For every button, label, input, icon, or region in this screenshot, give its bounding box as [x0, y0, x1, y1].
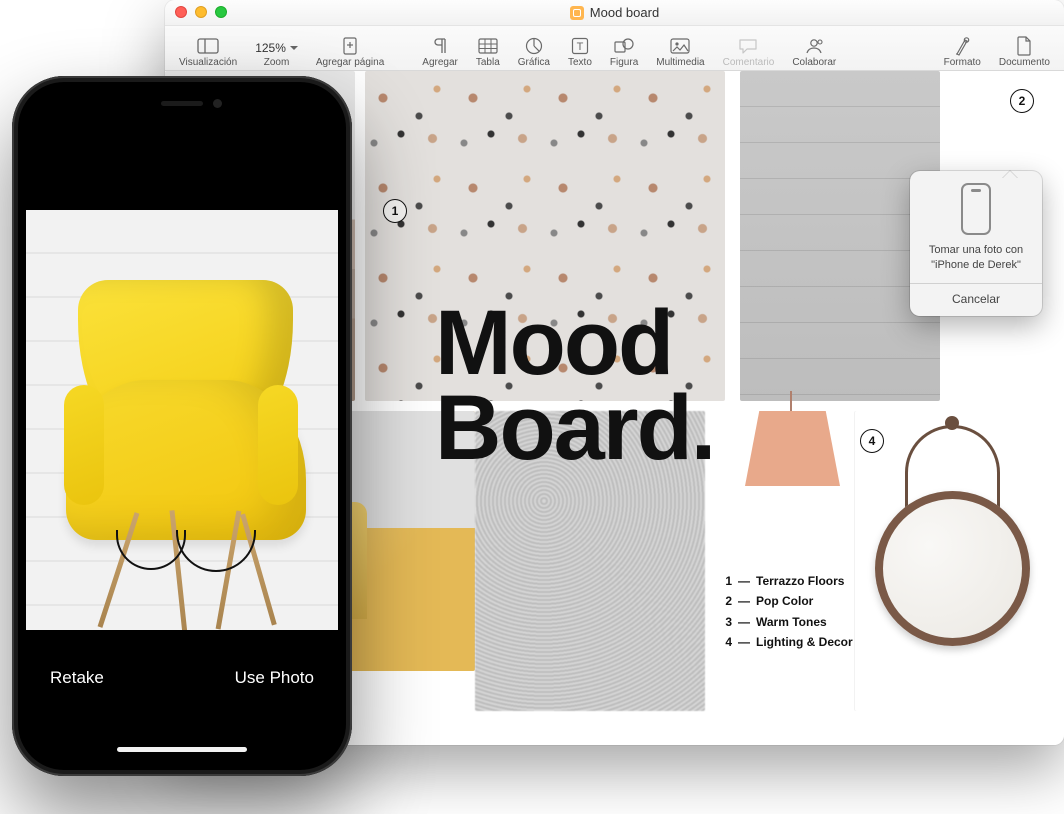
close-button[interactable] [175, 6, 187, 18]
toolbar-view-button[interactable]: Visualización [171, 37, 245, 68]
popover-cancel-button[interactable]: Cancelar [920, 284, 1032, 308]
window-title: Mood board [570, 5, 659, 20]
toolbar-zoom-label: Zoom [264, 57, 290, 68]
toolbar-view-label: Visualización [179, 57, 237, 68]
toolbar-insert-button[interactable]: Agregar [414, 37, 466, 68]
iphone-notch [102, 90, 262, 118]
continuity-camera-popover: Tomar una foto con "iPhone de Derek" Can… [910, 171, 1042, 316]
shape-icon [613, 37, 635, 55]
retake-button[interactable]: Retake [50, 668, 104, 688]
toolbar-comment-button: Comentario [715, 37, 783, 68]
legend-row: 4 — Lighting & Decor [720, 632, 853, 652]
iphone-screen: Retake Use Photo [26, 90, 338, 762]
toolbar-table-label: Tabla [476, 57, 500, 68]
window-controls [175, 6, 227, 18]
comment-icon [737, 37, 759, 55]
pin-4[interactable]: 4 [860, 429, 884, 453]
toolbar-comment-label: Comentario [723, 57, 775, 68]
zoom-value: 125% [255, 41, 298, 55]
pin-1[interactable]: 1 [383, 199, 407, 223]
legend-label: Lighting & Decor [756, 632, 853, 652]
toolbar-collaborate-button[interactable]: Colaborar [784, 37, 844, 68]
lamp-cord [790, 391, 792, 413]
document-icon [570, 6, 584, 20]
toolbar-document-button[interactable]: Documento [991, 37, 1058, 68]
lamp-shade [745, 411, 840, 486]
toolbar-add-page-label: Agregar página [316, 57, 384, 68]
toolbar-collaborate-label: Colaborar [792, 57, 836, 68]
titlebar: Mood board [165, 0, 1064, 26]
add-page-icon [339, 37, 361, 55]
toolbar-text-label: Texto [568, 57, 592, 68]
paragraph-icon [429, 37, 451, 55]
toolbar-format-label: Formato [944, 57, 981, 68]
legend-label: Pop Color [756, 591, 813, 611]
minimize-button[interactable] [195, 6, 207, 18]
home-indicator[interactable] [117, 747, 247, 752]
iphone-outline-icon [961, 183, 991, 235]
toolbar-document-label: Documento [999, 57, 1050, 68]
legend-row: 1 — Terrazzo Floors [720, 571, 853, 591]
popover-message: Tomar una foto con "iPhone de Derek" [920, 243, 1032, 273]
legend-label: Terrazzo Floors [756, 571, 844, 591]
collaborate-icon [803, 37, 825, 55]
legend-row: 3 — Warm Tones [720, 612, 853, 632]
photo-chair-arm-left [64, 385, 104, 505]
use-photo-button[interactable]: Use Photo [235, 668, 314, 688]
legend-row: 2 — Pop Color [720, 591, 853, 611]
window-title-text: Mood board [590, 5, 659, 20]
media-icon [669, 37, 691, 55]
table-icon [477, 37, 499, 55]
camera-viewfinder[interactable] [26, 210, 338, 630]
chart-icon [523, 37, 545, 55]
toolbar-zoom-button[interactable]: 125% Zoom [247, 41, 306, 68]
toolbar-media-button[interactable]: Multimedia [648, 37, 712, 68]
toolbar-format-button[interactable]: Formato [936, 37, 989, 68]
svg-text:T: T [577, 41, 584, 53]
toolbar-add-page-button[interactable]: Agregar página [308, 37, 392, 68]
toolbar-table-button[interactable]: Tabla [468, 37, 508, 68]
toolbar-insert-label: Agregar [422, 57, 458, 68]
toolbar-media-label: Multimedia [656, 57, 704, 68]
toolbar-shape-label: Figura [610, 57, 638, 68]
format-icon [951, 37, 973, 55]
toolbar-text-button[interactable]: T Texto [560, 37, 600, 68]
camera-controls: Retake Use Photo [26, 632, 338, 762]
text-icon: T [569, 37, 591, 55]
toolbar-chart-label: Gráfica [518, 57, 550, 68]
view-icon [197, 37, 219, 55]
toolbar-chart-button[interactable]: Gráfica [510, 37, 558, 68]
iphone-device: Retake Use Photo [12, 76, 352, 776]
toolbar: Visualización 125% Zoom Agregar página A… [165, 26, 1064, 71]
pin-2[interactable]: 2 [1010, 89, 1034, 113]
document-button-icon [1013, 37, 1035, 55]
zoom-button[interactable] [215, 6, 227, 18]
toolbar-shape-button[interactable]: Figura [602, 37, 646, 68]
legend-label: Warm Tones [756, 612, 827, 632]
mirror-circle [875, 491, 1030, 646]
document-title[interactable]: Mood Board. [435, 301, 714, 470]
legend: 1 — Terrazzo Floors 2 — Pop Color 3 — Wa… [720, 571, 853, 653]
photo-chair-arm-right [258, 385, 298, 505]
